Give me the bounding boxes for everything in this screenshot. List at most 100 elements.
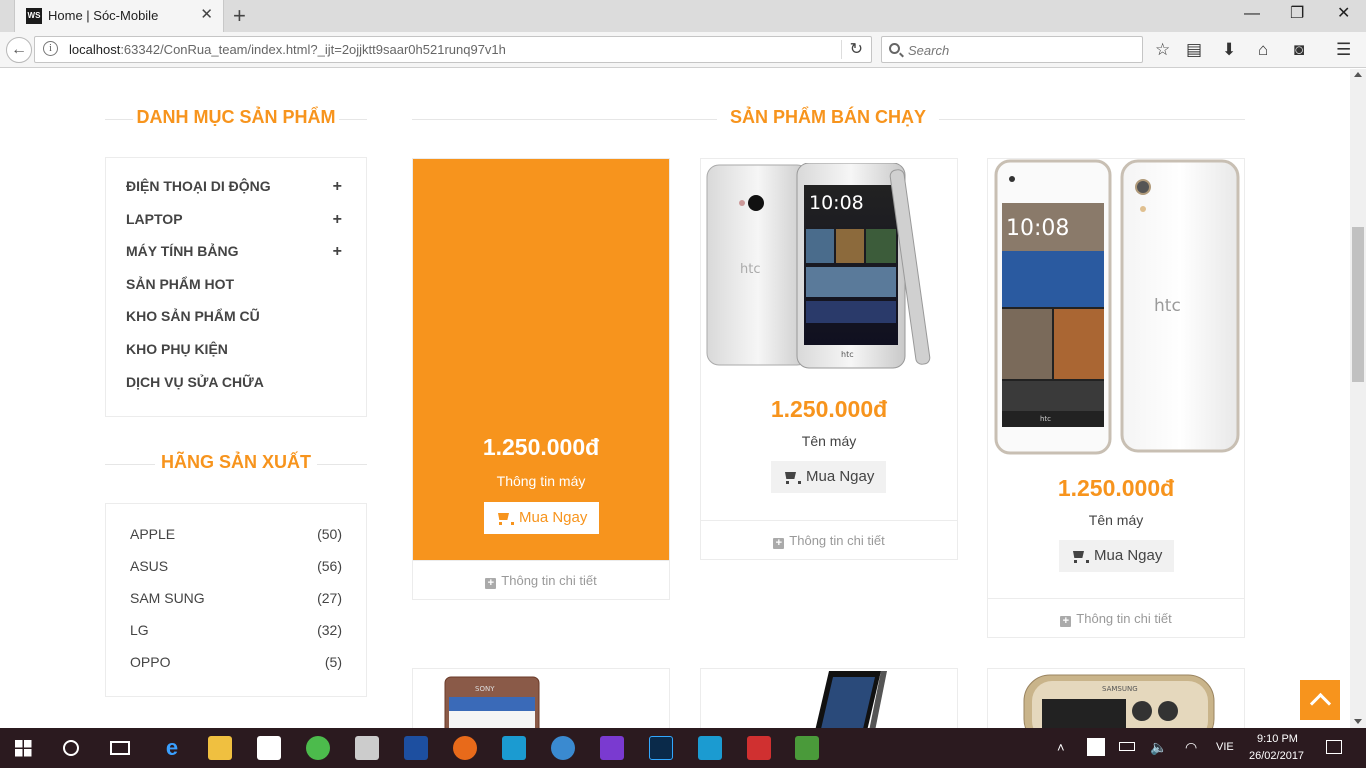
category-item[interactable]: KHO PHỤ KIỆN xyxy=(106,341,366,363)
windows-taskbar: e ˄ 🔈 ◠ VIE 9:10 PM 26/02/2017 xyxy=(0,728,1366,768)
expand-plus-icon[interactable]: + xyxy=(333,211,342,229)
brand-item[interactable]: SAM SUNG (27) xyxy=(106,590,366,610)
product-detail-link[interactable]: + Thông tin chi tiết xyxy=(413,560,669,600)
clock-time[interactable]: 9:10 PM xyxy=(1257,733,1298,745)
brands-title: HÃNG SẢN XUẤT xyxy=(160,452,311,472)
page-viewport: DANH MỤC SẢN PHẨM ĐIỆN THOẠI DI ĐỘNG + L… xyxy=(0,69,1350,728)
browser-tab-strip: WS Home | Sóc-Mobile ✕ + — ❐ ✕ xyxy=(0,0,1366,32)
category-item[interactable]: KHO SẢN PHẨM CŨ xyxy=(106,308,366,330)
svg-text:htc: htc xyxy=(740,262,760,277)
category-label: MÁY TÍNH BẢNG xyxy=(126,243,239,259)
category-label: KHO PHỤ KIỆN xyxy=(126,341,228,357)
heading-divider xyxy=(412,119,717,120)
browser-tab-home[interactable]: WS Home | Sóc-Mobile ✕ xyxy=(14,0,224,32)
product-detail-link[interactable]: + Thông tin chi tiết xyxy=(988,598,1244,638)
webstorm-icon[interactable] xyxy=(502,736,526,760)
svg-text:SAMSUNG: SAMSUNG xyxy=(1102,685,1138,693)
firefox-icon[interactable] xyxy=(453,736,477,760)
menu-hamburger-icon[interactable]: ☰ xyxy=(1336,40,1351,60)
brand-name: LG xyxy=(130,622,149,638)
reload-icon[interactable]: ↻ xyxy=(840,40,863,59)
volume-icon[interactable]: 🔈 xyxy=(1150,739,1167,756)
site-info-icon[interactable]: i xyxy=(43,41,58,56)
scroll-down-arrow-icon[interactable] xyxy=(1354,719,1362,724)
webstorm-icon-2[interactable] xyxy=(698,736,722,760)
cortana-search-icon[interactable] xyxy=(63,740,79,756)
product-card-body[interactable]: htc 10:08 htc 1.250.000đ Tên máy Mua Nga… xyxy=(701,159,957,521)
buy-now-button[interactable]: Mua Ngay xyxy=(484,502,600,534)
url-text[interactable]: localhost:63342/ConRua_team/index.html?_… xyxy=(69,42,506,57)
brand-count: (50) xyxy=(317,526,342,542)
product-card[interactable]: SAMSUNG xyxy=(987,668,1245,728)
address-bar[interactable]: i localhost:63342/ConRua_team/index.html… xyxy=(34,36,872,63)
category-item[interactable]: DỊCH VỤ SỬA CHỮA xyxy=(106,374,366,396)
product-card[interactable] xyxy=(700,668,958,728)
category-item[interactable]: ĐIỆN THOẠI DI ĐỘNG + xyxy=(106,178,366,200)
product-card[interactable]: SONY xyxy=(412,668,670,728)
cart-icon xyxy=(1071,551,1089,563)
page-scrollbar[interactable] xyxy=(1350,69,1366,728)
home-icon[interactable]: ⌂ xyxy=(1258,40,1268,60)
expand-plus-icon[interactable]: + xyxy=(333,243,342,261)
minimize-icon[interactable]: — xyxy=(1244,4,1260,24)
heading-divider xyxy=(939,119,1245,120)
photoshop-icon[interactable] xyxy=(649,736,673,760)
category-label: ĐIỆN THOẠI DI ĐỘNG xyxy=(126,178,271,194)
close-tab-icon[interactable]: ✕ xyxy=(200,7,213,23)
brand-item[interactable]: OPPO (5) xyxy=(106,654,366,674)
input-language[interactable]: VIE xyxy=(1216,741,1234,753)
product-card: htc 10:08 htc 1.250.000đ Tên máy Mua Nga… xyxy=(987,158,1245,638)
htc-one-phone-image: htc 10:08 htc xyxy=(706,163,931,369)
file-explorer-icon[interactable] xyxy=(208,736,232,760)
scroll-up-arrow-icon[interactable] xyxy=(1354,72,1362,77)
category-item[interactable]: SẢN PHẨM HOT xyxy=(106,276,366,298)
brands-heading: HÃNG SẢN XUẤT xyxy=(105,452,367,476)
camera-app-icon[interactable] xyxy=(355,736,379,760)
search-input[interactable]: Search xyxy=(881,36,1143,63)
brand-item[interactable]: ASUS (56) xyxy=(106,558,366,578)
plus-square-icon: + xyxy=(485,578,497,589)
chart-app-icon[interactable] xyxy=(795,736,819,760)
back-arrow-icon[interactable]: ← xyxy=(6,37,32,63)
action-center-icon[interactable] xyxy=(1326,740,1342,754)
coccoc-icon[interactable] xyxy=(306,736,330,760)
svg-text:htc: htc xyxy=(1040,415,1051,423)
scrollbar-thumb[interactable] xyxy=(1352,227,1364,382)
buy-now-button[interactable]: Mua Ngay xyxy=(1059,540,1175,572)
expand-plus-icon[interactable]: + xyxy=(333,178,342,196)
clock-date[interactable]: 26/02/2017 xyxy=(1249,750,1304,762)
intellij-icon[interactable] xyxy=(600,736,624,760)
brand-name: SAM SUNG xyxy=(130,590,205,606)
product-price: 1.250.000đ xyxy=(770,396,888,422)
unikey-tray-icon[interactable] xyxy=(1087,738,1105,756)
tray-expand-icon[interactable]: ˄ xyxy=(1057,740,1065,755)
wifi-icon[interactable]: ◠ xyxy=(1185,739,1197,756)
back-to-top-button[interactable] xyxy=(1300,680,1340,720)
product-card-body[interactable]: 1.250.000đ Thông tin máy Mua Ngay xyxy=(413,159,669,561)
reading-list-icon[interactable]: ▤ xyxy=(1186,40,1202,60)
restore-icon[interactable]: ❐ xyxy=(1290,4,1304,24)
task-view-icon[interactable] xyxy=(110,741,130,755)
brands-list: APPLE (50) ASUS (56) SAM SUNG (27) LG (3… xyxy=(105,503,367,697)
windows-start-icon[interactable] xyxy=(15,740,32,757)
buy-now-button[interactable]: Mua Ngay xyxy=(771,461,887,493)
new-tab-button[interactable]: + xyxy=(233,4,246,28)
product-detail-link[interactable]: + Thông tin chi tiết xyxy=(701,520,957,560)
brand-item[interactable]: APPLE (50) xyxy=(106,526,366,546)
download-arrow-icon[interactable]: ⬇ xyxy=(1222,40,1236,60)
heading-divider xyxy=(317,464,367,465)
product-card-body[interactable]: htc 10:08 htc 1.250.000đ Tên máy Mua Nga… xyxy=(988,159,1244,599)
media-player-icon[interactable] xyxy=(551,736,575,760)
category-item[interactable]: LAPTOP + xyxy=(106,211,366,233)
edge-icon[interactable]: e xyxy=(160,736,184,760)
brand-item[interactable]: LG (32) xyxy=(106,622,366,642)
tab-title: Home | Sóc-Mobile xyxy=(48,8,159,23)
bookmark-star-icon[interactable]: ☆ xyxy=(1155,40,1170,60)
devcpp-icon[interactable] xyxy=(404,736,428,760)
pocket-icon[interactable]: ◙ xyxy=(1294,40,1304,60)
app-icon-red[interactable] xyxy=(747,736,771,760)
close-window-icon[interactable]: ✕ xyxy=(1337,4,1350,24)
battery-icon[interactable] xyxy=(1119,742,1135,751)
store-icon[interactable] xyxy=(257,736,281,760)
category-item[interactable]: MÁY TÍNH BẢNG + xyxy=(106,243,366,265)
